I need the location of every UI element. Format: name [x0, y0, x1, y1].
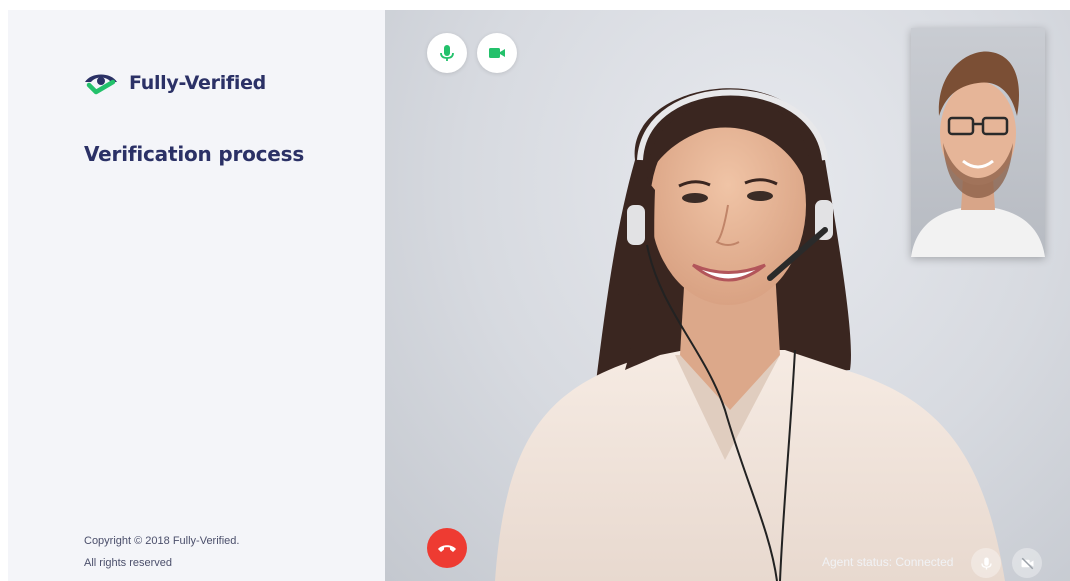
brand-logo[interactable]: Fully-Verified	[83, 70, 266, 96]
page-title: Verification process	[84, 142, 305, 166]
copyright-notice: Copyright © 2018 Fully-Verified. All rig…	[84, 530, 239, 574]
agent-video-feed: Agent status: Connected	[385, 10, 1070, 581]
microphone-icon	[980, 557, 992, 569]
video-camera-icon	[489, 48, 505, 58]
eye-check-icon	[85, 74, 117, 95]
copyright-text: Copyright © 2018 Fully-Verified.	[84, 535, 240, 547]
agent-camera-off-indicator[interactable]	[1012, 548, 1042, 578]
brand-name: Fully-Verified	[129, 72, 266, 94]
video-camera-off-icon	[1021, 557, 1033, 569]
agent-microphone-indicator[interactable]	[971, 548, 1001, 578]
self-view-image	[911, 51, 1045, 257]
microphone-icon	[440, 45, 454, 61]
end-call-button[interactable]	[427, 528, 467, 568]
phone-hangup-icon	[438, 545, 456, 552]
self-view-video[interactable]	[911, 28, 1045, 257]
rights-text: All rights reserved	[84, 557, 173, 569]
app-frame: Fully-Verified Verification process Copy…	[8, 10, 1070, 581]
agent-status-text: Agent status: Connected	[822, 555, 954, 569]
microphone-button[interactable]	[427, 33, 467, 73]
sidebar: Fully-Verified Verification process Copy…	[8, 10, 385, 581]
camera-button[interactable]	[477, 33, 517, 73]
